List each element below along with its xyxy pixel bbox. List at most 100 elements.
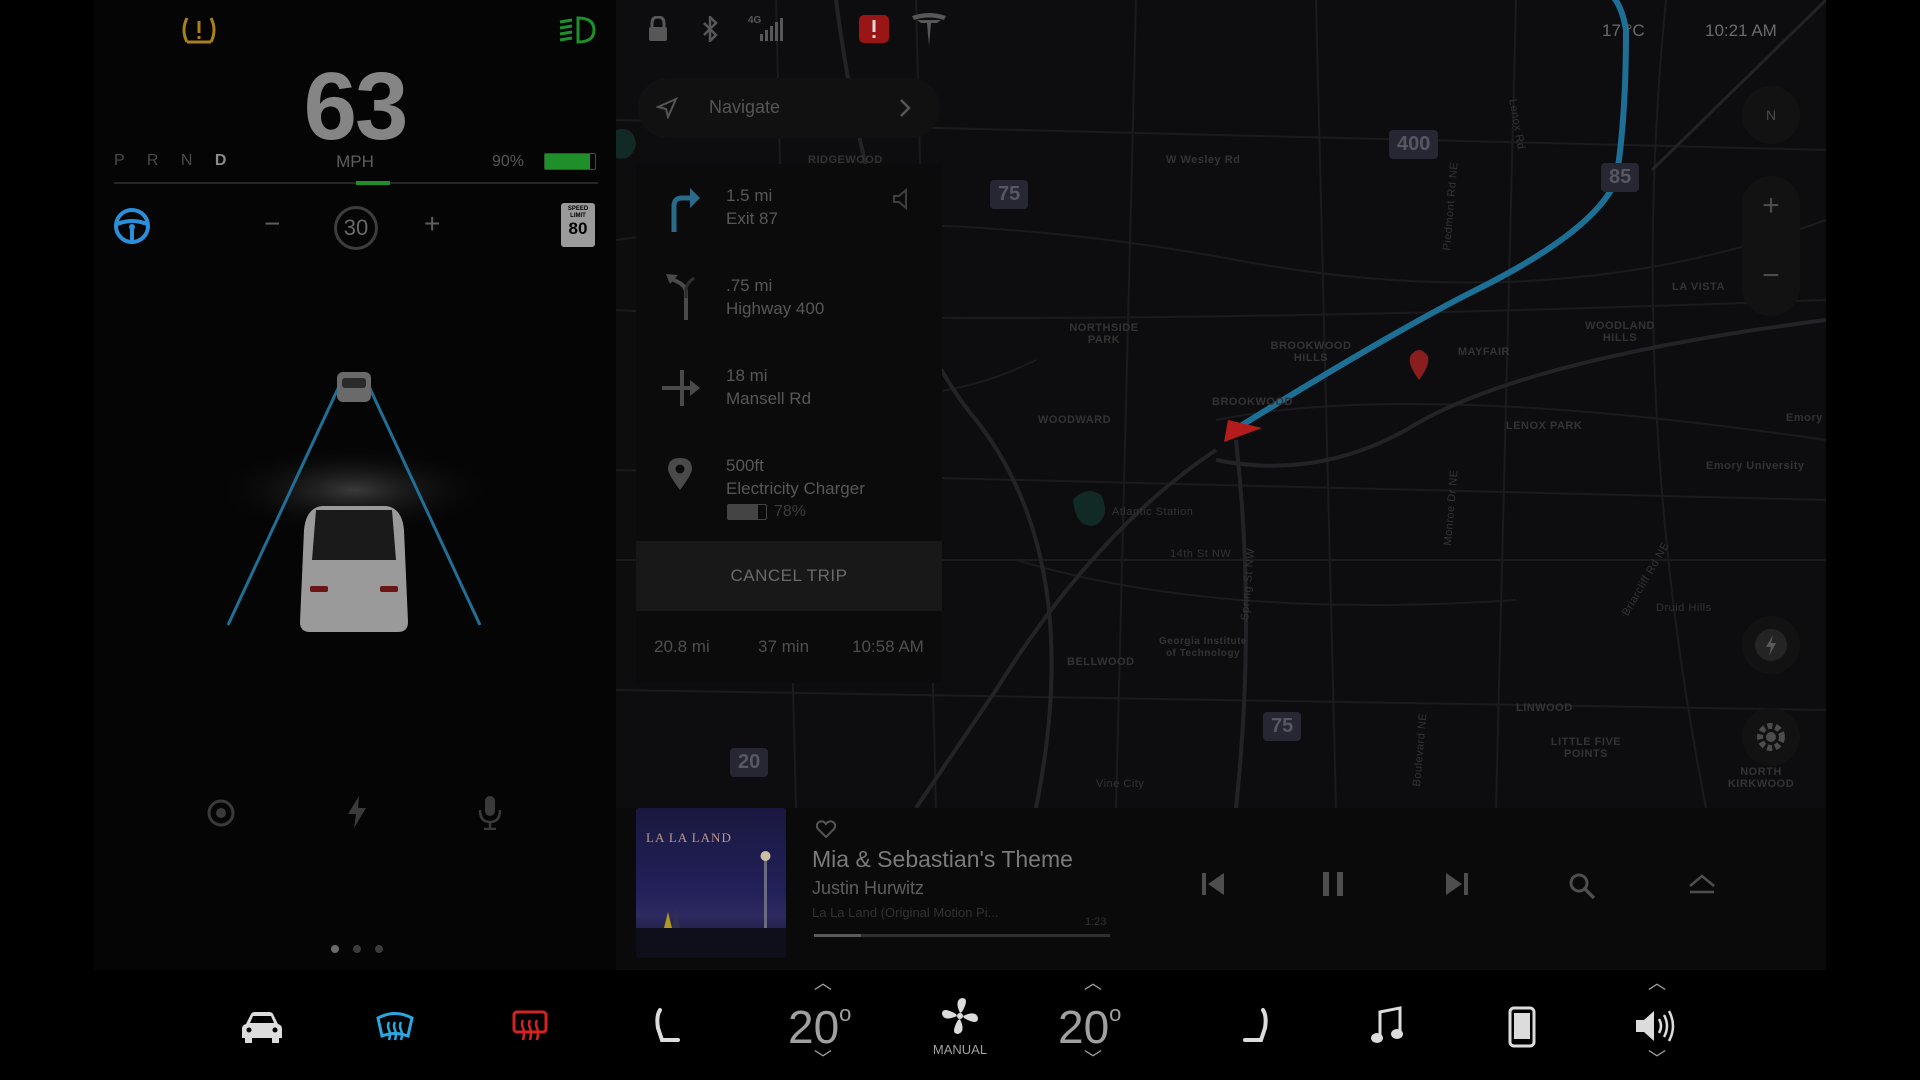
battery-percent: 90%: [492, 153, 525, 170]
page-dot[interactable]: [331, 945, 339, 953]
microphone-icon[interactable]: [478, 796, 502, 830]
cruise-set-speed: 30: [334, 206, 378, 250]
superchargers-button[interactable]: [1742, 616, 1800, 674]
battery-fill: [545, 154, 590, 169]
bluetooth-icon[interactable]: [702, 16, 718, 42]
turn-distance: 500ft: [726, 456, 764, 475]
fan-icon[interactable]: [938, 996, 978, 1036]
pause-icon[interactable]: [1320, 870, 1346, 898]
turn-road: Highway 400: [726, 299, 825, 318]
charger-battery-fill: [728, 505, 758, 519]
map-label: Georgia Institute of Technology: [1159, 636, 1247, 659]
steering-wheel-icon[interactable]: [112, 206, 152, 246]
charging-icon[interactable]: [346, 796, 368, 828]
map-label: Druid Hills: [1656, 602, 1712, 614]
turn-step[interactable]: 500ft Electricity Charger 78%: [636, 434, 942, 541]
map-label: WOODWARD: [1038, 414, 1112, 426]
music-icon[interactable]: [1370, 1006, 1410, 1046]
lock-icon[interactable]: [648, 16, 668, 42]
map-label: NORTH KIRKWOOD: [1727, 766, 1795, 790]
search-icon[interactable]: [1568, 872, 1596, 900]
svg-text:4G: 4G: [748, 15, 762, 26]
highway-shield: 400: [1389, 130, 1439, 159]
turn-step[interactable]: 18 mi Mansell Rd: [636, 344, 942, 434]
heart-icon[interactable]: [816, 820, 836, 838]
passenger-temp-value: 20: [1058, 1001, 1110, 1053]
track-progress-bar[interactable]: [814, 934, 1110, 937]
next-track-icon[interactable]: [1444, 872, 1470, 896]
map-label: W Wesley Rd: [1166, 154, 1241, 166]
map-settings-button[interactable]: [1742, 708, 1800, 766]
alert-icon[interactable]: [859, 15, 889, 43]
cancel-trip-button[interactable]: CANCEL TRIP: [636, 541, 942, 611]
track-title: Mia & Sebastian's Theme: [812, 846, 1073, 872]
turn-step[interactable]: 1.5 mi Exit 87: [636, 164, 942, 254]
navigate-label[interactable]: Navigate: [709, 97, 780, 118]
album-art[interactable]: LA LA LAND: [636, 808, 786, 958]
turn-step[interactable]: .75 mi Highway 400: [636, 254, 942, 344]
turn-by-turn-list[interactable]: 1.5 mi Exit 87 .75 mi Highway 400 18 mi …: [636, 164, 942, 541]
page-dot[interactable]: [375, 945, 383, 953]
highway-shield: 20: [730, 748, 769, 777]
volume-down-icon[interactable]: ﹀: [1648, 1050, 1666, 1068]
front-defrost-icon[interactable]: [375, 1006, 415, 1046]
map-label: LENOX PARK: [1506, 420, 1583, 432]
track-elapsed: 1:23: [1085, 916, 1107, 928]
dashcam-icon[interactable]: [206, 798, 236, 828]
zoom-out-button[interactable]: −: [1742, 246, 1800, 316]
expand-player-icon[interactable]: [1688, 874, 1716, 896]
cruise-plus-button[interactable]: +: [424, 208, 440, 240]
trip-arrival-time: 10:58 AM: [852, 637, 924, 656]
charger-pin-icon: [1409, 350, 1429, 380]
map-label: Emory University: [1706, 460, 1805, 472]
car-icon[interactable]: [240, 1006, 282, 1046]
battery-bar: [544, 153, 596, 170]
driver-temp-up-icon[interactable]: ︿: [814, 974, 832, 992]
volume-up-icon[interactable]: ︿: [1648, 974, 1666, 992]
map-label: LA VISTA: [1672, 281, 1725, 293]
location-pin-icon: [666, 456, 694, 492]
charger-battery-bar: [727, 504, 767, 520]
map-label: Vine City: [1096, 778, 1145, 790]
straight-icon: [660, 366, 704, 410]
page-dot[interactable]: [353, 945, 361, 953]
turn-road: Exit 87: [726, 209, 778, 228]
speed-readout: 63: [303, 53, 409, 160]
navigate-search-bar[interactable]: [638, 78, 940, 138]
map-label: BROOKWOOD HILLS: [1270, 340, 1352, 364]
charger-battery-percent: 78%: [774, 503, 807, 520]
passenger-temp-up-icon[interactable]: ︿: [1084, 974, 1102, 992]
compass-button[interactable]: N: [1742, 86, 1800, 144]
turn-distance: .75 mi: [726, 276, 773, 295]
map-label: Emory: [1786, 412, 1823, 424]
gear-icon: [1757, 723, 1785, 751]
chevron-right-icon[interactable]: [898, 98, 912, 118]
volume-icon[interactable]: [1634, 1006, 1675, 1046]
passenger-temp-down-icon[interactable]: ﹀: [1084, 1050, 1102, 1068]
rear-defrost-icon[interactable]: [510, 1006, 550, 1046]
track-album: La La Land (Original Motion Pi...: [812, 905, 999, 920]
map-label: LITTLE FIVE POINTS: [1550, 736, 1622, 760]
previous-track-icon[interactable]: [1200, 872, 1226, 896]
driver-temp-down-icon[interactable]: ﹀: [814, 1050, 832, 1068]
driver-seat-heater-icon[interactable]: [648, 1006, 688, 1046]
cruise-minus-button[interactable]: −: [264, 208, 280, 240]
map-label: WOODLAND HILLS: [1585, 320, 1655, 344]
speaker-mute-icon[interactable]: [892, 188, 914, 210]
tesla-logo-icon[interactable]: [910, 10, 948, 48]
headlight-icon: [556, 14, 596, 46]
speed-limit-sign: SPEED LIMIT 80: [561, 203, 595, 247]
zoom-in-button[interactable]: +: [1742, 176, 1800, 246]
phone-icon[interactable]: [1508, 1006, 1548, 1048]
fan-mode-label: MANUAL: [932, 1042, 988, 1057]
driver-temperature: 20o: [788, 1000, 852, 1053]
driver-temp-value: 20: [788, 1001, 840, 1053]
highway-shield: 75: [1263, 712, 1302, 741]
speed-limit-value: 80: [568, 219, 588, 238]
turn-distance: 1.5 mi: [726, 186, 773, 205]
passenger-seat-heater-icon[interactable]: [1235, 1006, 1275, 1046]
navigation-arrow-icon: [656, 97, 678, 119]
fork-left-icon: [664, 272, 700, 322]
trip-summary: 20.8 mi 37 min 10:58 AM: [636, 611, 942, 683]
page-indicator[interactable]: [324, 940, 390, 958]
